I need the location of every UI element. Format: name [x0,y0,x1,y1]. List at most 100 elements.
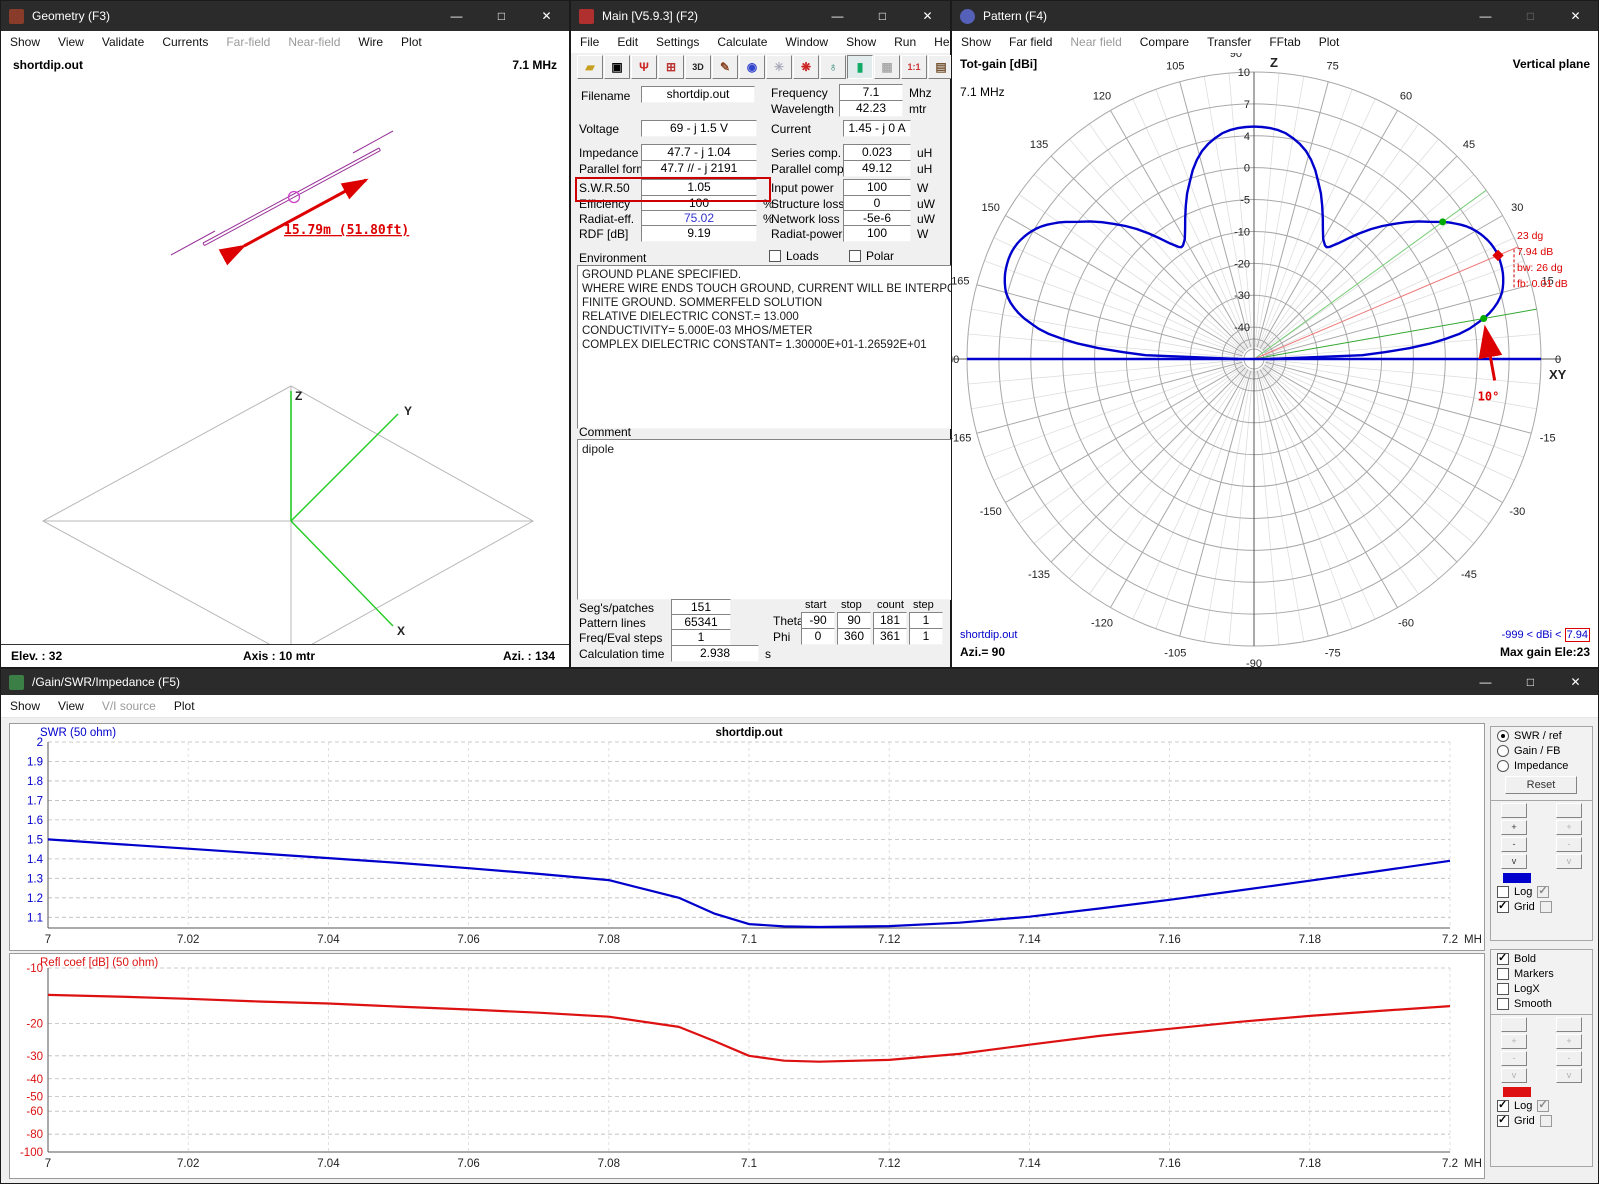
menu-edit[interactable]: Edit [608,35,647,49]
svg-text:7.06: 7.06 [457,1158,479,1170]
reset-button[interactable]: Reset [1505,776,1577,794]
sweep-phi-start[interactable]: 0 [801,628,835,645]
svg-text:1.7: 1.7 [27,795,43,807]
grid-checkbox[interactable] [1497,1115,1509,1127]
maximize-button[interactable]: □ [1508,669,1553,695]
axis-button[interactable]: v [1501,854,1527,869]
sweep-phi-count[interactable]: 361 [873,628,907,645]
menu-far-field[interactable]: Far-field [217,35,279,49]
save-copy-icon[interactable]: ▣ [604,55,630,79]
field-input-power[interactable]: 100 [843,179,911,196]
checkbox-logx[interactable] [1497,983,1509,995]
menu-validate[interactable]: Validate [93,35,153,49]
menu-file[interactable]: File [571,35,608,49]
maximize-button[interactable]: □ [479,1,524,31]
antenna-icon[interactable]: Ψ [631,55,657,79]
calc-label: Calculation time [579,647,664,661]
grid-gray-icon[interactable]: ▦ [874,55,900,79]
maximize-button[interactable]: □ [1508,1,1553,31]
axis-button[interactable]: + [1501,820,1527,835]
minimize-button[interactable]: — [434,1,479,31]
menu-settings[interactable]: Settings [647,35,708,49]
plots-menubar: ShowViewV/I sourcePlot [1,695,1598,718]
comment-box[interactable]: dipole [577,439,955,600]
axis-button[interactable] [1501,803,1527,818]
checkbox-bold[interactable] [1497,953,1509,965]
series-color-swatch [1503,873,1531,883]
sweep-theta-count[interactable]: 181 [873,612,907,629]
menu-near-field[interactable]: Near-field [279,35,349,49]
menu-calculate[interactable]: Calculate [708,35,776,49]
geometry-3d-icon[interactable]: ⊞ [658,55,684,79]
pattern-calc-icon[interactable]: ❋ [793,55,819,79]
sweep-row-phi: Phi [773,630,790,644]
chart-series-label: SWR (50 ohm) [40,727,116,739]
menu-transfer[interactable]: Transfer [1198,35,1260,49]
menu-near-field[interactable]: Near field [1061,35,1130,49]
line-chart-icon[interactable]: ▮ [847,55,873,79]
field-impedance[interactable]: 47.7 - j 1.04 [641,144,757,161]
sweep-phi-step[interactable]: 1 [909,628,943,645]
sweep-theta-stop[interactable]: 90 [837,612,871,629]
menu-far-field[interactable]: Far field [1000,35,1061,49]
menu-v-i-source[interactable]: V/I source [93,699,165,713]
svg-text:-50: -50 [26,1092,43,1104]
filename-field[interactable]: shortdip.out [641,86,755,103]
close-button[interactable]: ✕ [524,1,569,31]
open-file-icon[interactable]: ▰ [577,55,603,79]
minimize-button[interactable]: — [1463,1,1508,31]
checkbox-markers[interactable] [1497,968,1509,980]
field-rdf-db-[interactable]: 9.19 [641,225,757,242]
radio-swr-ref[interactable] [1497,730,1509,742]
menu-fftab[interactable]: FFtab [1260,35,1309,49]
menu-show[interactable]: Show [1,35,49,49]
menu-window[interactable]: Window [776,35,837,49]
field-voltage[interactable]: 69 - j 1.5 V [641,120,757,137]
menu-plot[interactable]: Plot [1310,35,1349,49]
sweep-phi-stop[interactable]: 360 [837,628,871,645]
menu-show[interactable]: Show [837,35,885,49]
minimize-button[interactable]: — [815,1,860,31]
radio-impedance[interactable] [1497,760,1509,772]
menu-run[interactable]: Run [885,35,925,49]
field-series-comp-[interactable]: 0.023 [843,144,911,161]
grid-checkbox[interactable] [1497,901,1509,913]
far-field-icon[interactable]: ◉ [739,55,765,79]
close-button[interactable]: ✕ [905,1,950,31]
menu-show[interactable]: Show [1,699,49,713]
close-button[interactable]: ✕ [1553,1,1598,31]
field-parallel-comp-[interactable]: 49.12 [843,160,911,177]
menu-plot[interactable]: Plot [165,699,204,713]
minimize-button[interactable]: — [1463,669,1508,695]
log-checkbox[interactable] [1497,1100,1509,1112]
field-radiat-power[interactable]: 100 [843,225,911,242]
sweep-theta-step[interactable]: 1 [909,612,943,629]
menu-show[interactable]: Show [952,35,1000,49]
radio-gain-fb[interactable] [1497,745,1509,757]
axis-button[interactable]: - [1501,837,1527,852]
menu-currents[interactable]: Currents [153,35,217,49]
close-button[interactable]: ✕ [1553,669,1598,695]
frequency-field[interactable]: 7.1 [839,84,903,101]
field-parallel-form[interactable]: 47.7 // - j 2191 [641,160,757,177]
menu-plot[interactable]: Plot [392,35,431,49]
view-3d-icon[interactable]: 3D [685,55,711,79]
wavelength-field[interactable]: 42.23 [839,100,903,117]
field-current[interactable]: 1.45 - j 0 A [843,120,911,137]
loads-checkbox[interactable] [769,250,781,262]
menu-wire[interactable]: Wire [349,35,392,49]
globe-icon[interactable]: ♁ [820,55,846,79]
near-field-icon[interactable]: ✳ [766,55,792,79]
one-to-one-icon[interactable]: 1:1 [901,55,927,79]
polar-checkbox[interactable] [849,250,861,262]
max-gain-marker [1492,250,1503,261]
nec-editor-icon[interactable]: ✎ [712,55,738,79]
menu-compare[interactable]: Compare [1131,35,1198,49]
menu-view[interactable]: View [49,35,93,49]
menu-view[interactable]: View [49,699,93,713]
svg-text:7.04: 7.04 [317,934,340,946]
checkbox-smooth[interactable] [1497,998,1509,1010]
sweep-theta-start[interactable]: -90 [801,612,835,629]
log-checkbox[interactable] [1497,886,1509,898]
maximize-button[interactable]: □ [860,1,905,31]
